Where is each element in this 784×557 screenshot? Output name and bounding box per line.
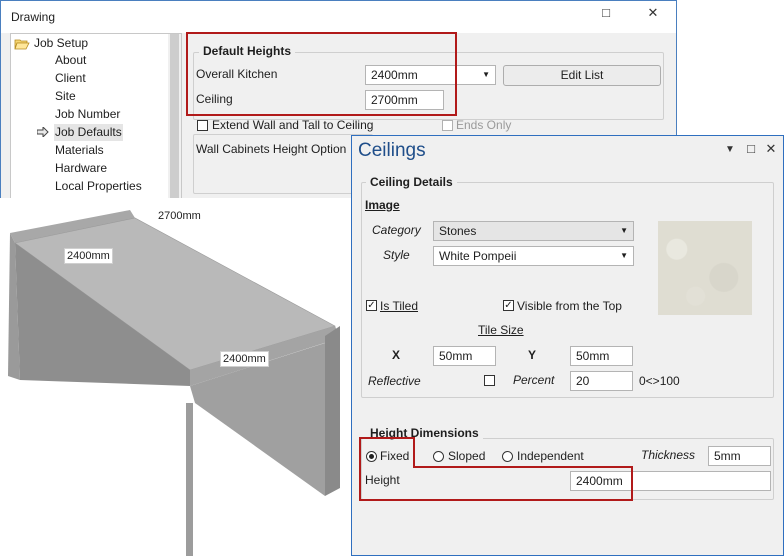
ends-only-checkbox[interactable] [442, 120, 453, 131]
extend-wall-label: Extend Wall and Tall to Ceiling [212, 118, 374, 132]
3d-view[interactable]: 2700mm 2400mm 2400mm [0, 198, 352, 556]
kitchen-3d-model [8, 210, 340, 556]
tree-item-materials[interactable]: Materials [54, 142, 105, 159]
drawing-title: Drawing [11, 10, 56, 24]
tree-item-local-properties[interactable]: Local Properties [54, 178, 143, 195]
extend-wall-checkbox[interactable] [197, 120, 208, 131]
job-setup-tree[interactable]: Job Setup About Client Site Job Number J… [10, 33, 182, 201]
maximize-button[interactable]: □ [591, 1, 621, 25]
dim-front-label: 2400mm [220, 351, 269, 367]
close-button[interactable]: ✕ [638, 1, 668, 25]
tree-scrollbar-thumb[interactable] [170, 34, 179, 200]
highlight-height-dimensions [359, 437, 633, 501]
dim-ceiling-label: 2700mm [158, 210, 201, 222]
tree-item-client[interactable]: Client [54, 70, 87, 87]
edit-list-button[interactable]: Edit List [503, 65, 661, 86]
tree-item-hardware[interactable]: Hardware [54, 160, 108, 177]
tree-item-site[interactable]: Site [54, 88, 77, 105]
ends-only-label: Ends Only [456, 118, 512, 132]
tree-item-job-number[interactable]: Job Number [54, 106, 121, 123]
ceilings-window: Ceilings ▼ □ ✕ Ceiling Details Image Cat… [351, 135, 784, 556]
dim-top-label: 2400mm [64, 248, 113, 264]
tree-item-job-defaults[interactable]: Job Defaults [54, 124, 123, 141]
chevron-down-icon: ▼ [482, 70, 490, 79]
highlight-default-heights [186, 32, 457, 116]
arrow-right-icon [37, 127, 49, 137]
drawing-title-bar[interactable]: Drawing □ ✕ [1, 1, 676, 33]
folder-open-icon [14, 39, 30, 50]
wall-cabinets-height-label: Wall Cabinets Height Option [196, 142, 347, 156]
tree-item-about[interactable]: About [54, 52, 87, 69]
tree-root-job-setup[interactable]: Job Setup [34, 36, 88, 50]
